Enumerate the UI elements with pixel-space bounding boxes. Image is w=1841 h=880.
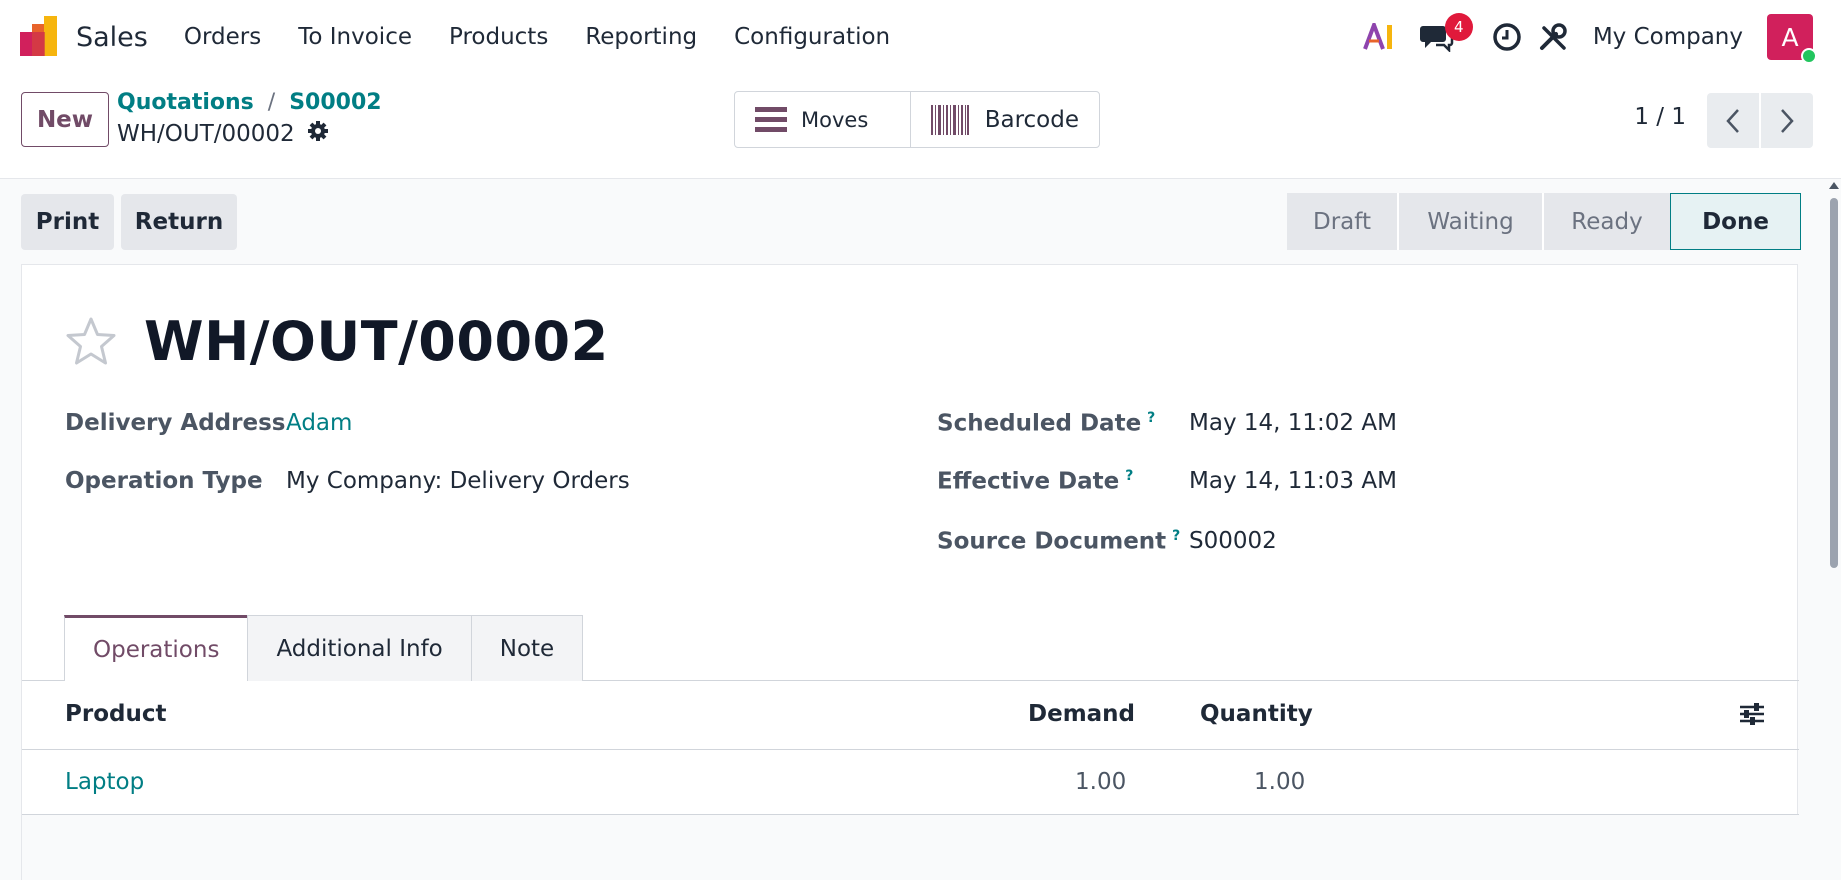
column-quantity[interactable]: Quantity [1200, 701, 1313, 727]
breadcrumb-quotations[interactable]: Quotations [117, 90, 254, 115]
optional-columns-icon[interactable] [1738, 701, 1766, 731]
scheduled-date-value[interactable]: May 14, 11:02 AM [1189, 410, 1397, 436]
company-switcher[interactable]: My Company [1593, 24, 1743, 50]
menu-orders[interactable]: Orders [184, 24, 261, 50]
moves-label: Moves [801, 107, 869, 132]
messages-icon[interactable]: 4 [1419, 13, 1473, 55]
notebook-tabs: Operations Additional Info Note [64, 615, 584, 681]
scheduled-date-label: Scheduled Date? [937, 410, 1155, 437]
top-navbar: Sales Orders To Invoice Products Reporti… [0, 0, 1841, 74]
app-name[interactable]: Sales [76, 22, 148, 53]
effective-date-value: May 14, 11:03 AM [1189, 468, 1397, 494]
new-button[interactable]: New [21, 92, 109, 147]
clock-icon[interactable] [1489, 19, 1525, 55]
status-bar: Draft Waiting Ready Done [1287, 193, 1801, 250]
control-panel: New Quotations / S00002 WH/OUT/00002 Mov… [0, 74, 1841, 179]
smart-buttons: Moves Barcode [734, 91, 1100, 148]
effective-date-label-text: Effective Date [937, 468, 1120, 495]
stage-done[interactable]: Done [1670, 193, 1801, 250]
row-product[interactable]: Laptop [65, 769, 144, 795]
breadcrumb: Quotations / S00002 [117, 90, 382, 115]
app-logo-icon[interactable] [18, 16, 60, 58]
form-sheet: WH/OUT/00002 Delivery Address Adam Opera… [21, 264, 1799, 880]
star-icon[interactable] [64, 315, 118, 369]
pager-next-button[interactable] [1761, 93, 1813, 148]
record-name-text: WH/OUT/00002 [117, 121, 295, 147]
help-icon[interactable]: ? [1172, 528, 1180, 544]
source-document-value[interactable]: S00002 [1189, 528, 1277, 554]
scroll-up-icon[interactable] [1829, 182, 1839, 189]
record-title: WH/OUT/00002 [144, 310, 609, 373]
return-button[interactable]: Return [121, 194, 237, 250]
menu-configuration[interactable]: Configuration [734, 24, 890, 50]
user-avatar[interactable]: A [1767, 14, 1817, 64]
avatar-letter: A [1781, 22, 1799, 52]
tab-additional-info[interactable]: Additional Info [247, 615, 472, 681]
tab-operations[interactable]: Operations [64, 615, 249, 681]
stage-draft[interactable]: Draft [1287, 193, 1397, 250]
chevron-right-icon [1781, 108, 1794, 133]
title-row: WH/OUT/00002 [64, 310, 609, 373]
header-divider [22, 749, 1799, 750]
chevron-left-icon [1726, 108, 1739, 133]
scrollbar[interactable] [1830, 198, 1838, 568]
source-document-label: Source Document? [937, 528, 1180, 555]
stage-waiting[interactable]: Waiting [1397, 193, 1542, 250]
gear-icon[interactable] [307, 120, 329, 148]
table-empty-area [22, 815, 1799, 880]
pager-previous-button[interactable] [1707, 93, 1759, 148]
delivery-address-value[interactable]: Adam [286, 410, 352, 436]
list-icon [755, 106, 787, 132]
column-product[interactable]: Product [65, 701, 166, 727]
menu-to-invoice[interactable]: To Invoice [298, 24, 412, 50]
navbar-systray: 4 My Company A [1347, 0, 1817, 74]
source-document-label-text: Source Document [937, 528, 1167, 555]
moves-button[interactable]: Moves [735, 92, 911, 147]
barcode-icon [930, 104, 969, 135]
tab-note[interactable]: Note [470, 615, 584, 681]
help-icon[interactable]: ? [1147, 410, 1155, 426]
ai-icon[interactable] [1361, 19, 1397, 55]
effective-date-label: Effective Date? [937, 468, 1133, 495]
print-button[interactable]: Print [21, 194, 114, 250]
help-icon[interactable]: ? [1125, 468, 1133, 484]
barcode-label: Barcode [984, 106, 1079, 133]
row-demand: 1.00 [1075, 769, 1127, 795]
barcode-button[interactable]: Barcode [911, 92, 1099, 147]
column-demand[interactable]: Demand [1028, 701, 1135, 727]
tools-icon[interactable] [1535, 19, 1571, 55]
online-status-icon [1801, 48, 1817, 64]
record-name: WH/OUT/00002 [117, 120, 329, 148]
breadcrumb-separator: / [267, 90, 276, 115]
stage-ready[interactable]: Ready [1542, 193, 1670, 250]
messages-badge: 4 [1444, 13, 1473, 41]
row-quantity[interactable]: 1.00 [1254, 769, 1305, 795]
pager-value[interactable]: 1 / 1 [1634, 104, 1686, 130]
breadcrumb-order[interactable]: S00002 [289, 90, 381, 115]
scheduled-date-label-text: Scheduled Date [937, 410, 1142, 437]
delivery-address-label: Delivery Address [65, 410, 286, 436]
operation-type-value[interactable]: My Company: Delivery Orders [286, 468, 630, 494]
operation-type-label: Operation Type [65, 468, 263, 494]
menu-products[interactable]: Products [449, 24, 548, 50]
menu-reporting[interactable]: Reporting [585, 24, 697, 50]
